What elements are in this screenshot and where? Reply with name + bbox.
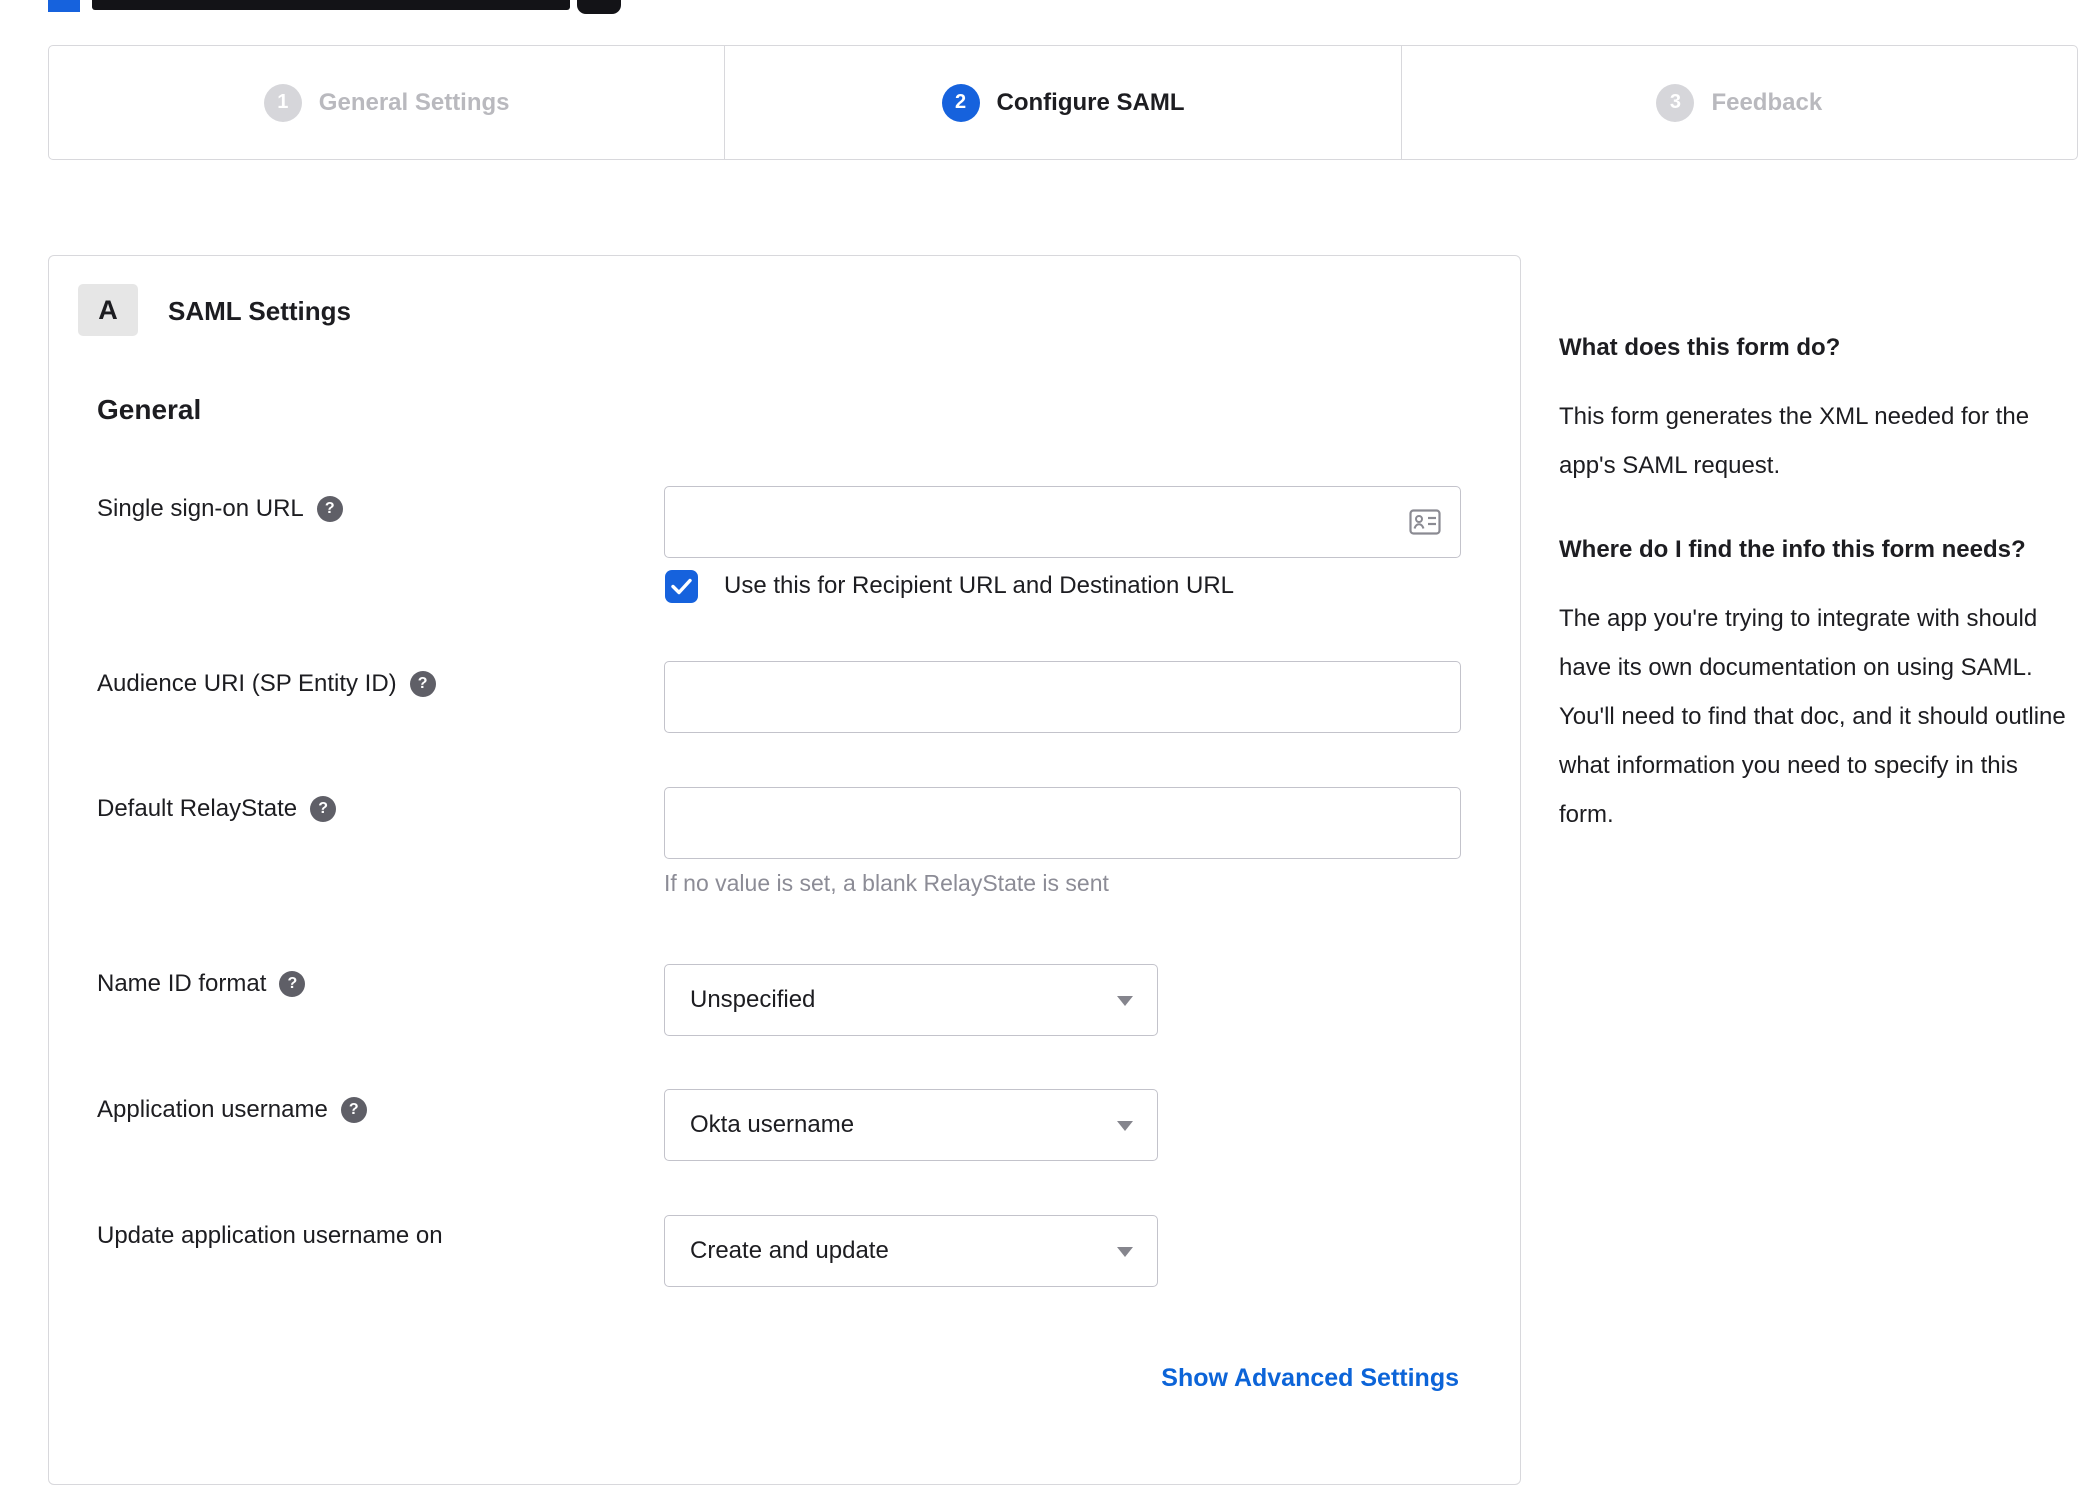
step-configure-saml[interactable]: 2 Configure SAML [724, 46, 1400, 159]
step-general-settings[interactable]: 1 General Settings [49, 46, 724, 159]
help-icon[interactable]: ? [310, 796, 337, 822]
app-username-value: Okta username [690, 1111, 855, 1138]
recipient-url-checkbox-label[interactable]: Use this for Recipient URL and Destinati… [724, 572, 1234, 600]
help-icon[interactable]: ? [279, 971, 306, 997]
cropped-app-icon [577, 0, 621, 14]
sso-url-field [664, 486, 1461, 558]
help-icon[interactable]: ? [316, 496, 343, 522]
step-label-general-settings: General Settings [318, 88, 510, 116]
caret-down-icon [1117, 1121, 1133, 1131]
relay-state-label: Default RelayState [97, 795, 298, 822]
recipient-url-checkbox[interactable] [665, 569, 698, 603]
wizard-stepper: 1 General Settings 2 Configure SAML 3 Fe… [48, 45, 2078, 160]
saml-settings-card: A SAML Settings General Single sign-on U… [48, 255, 1521, 1485]
recipient-url-checkbox-row: Use this for Recipient URL and Destinati… [665, 568, 1234, 604]
app-username-label-row: Application username ? [97, 1094, 367, 1126]
audience-uri-label: Audience URI (SP Entity ID) [97, 670, 397, 697]
step-number-3: 3 [1656, 83, 1695, 122]
help-heading-what: What does this form do? [1559, 334, 1841, 361]
step-label-configure-saml: Configure SAML [996, 88, 1185, 116]
name-id-format-value: Unspecified [690, 986, 816, 1013]
help-body-what: This form generates the XML needed for t… [1559, 403, 2030, 479]
audience-uri-field [664, 661, 1461, 733]
cropped-title-blue-fragment [48, 0, 80, 12]
sso-url-input[interactable] [664, 486, 1461, 558]
show-advanced-settings-link[interactable]: Show Advanced Settings [1161, 1364, 1459, 1393]
sso-url-label-row: Single sign-on URL ? [97, 493, 343, 525]
audience-uri-label-row: Audience URI (SP Entity ID) ? [97, 668, 436, 700]
help-panel: What does this form do? This form genera… [1559, 330, 2074, 881]
app-username-select[interactable]: Okta username [664, 1089, 1158, 1161]
name-id-format-label-row: Name ID format ? [97, 968, 306, 1000]
name-id-format-label: Name ID format [97, 970, 267, 997]
step-number-2: 2 [941, 83, 980, 122]
help-icon[interactable]: ? [409, 671, 436, 697]
cropped-page-title-fragment [92, 0, 570, 10]
update-username-value: Create and update [690, 1237, 889, 1264]
help-icon[interactable]: ? [340, 1097, 367, 1123]
relay-state-label-row: Default RelayState ? [97, 793, 337, 825]
caret-down-icon [1117, 1247, 1133, 1257]
app-username-label: Application username [97, 1096, 328, 1123]
update-username-select[interactable]: Create and update [664, 1215, 1158, 1287]
step-number-1: 1 [263, 83, 302, 122]
step-label-feedback: Feedback [1711, 88, 1823, 116]
audience-uri-input[interactable] [664, 661, 1461, 733]
step-feedback[interactable]: 3 Feedback [1400, 46, 2077, 159]
sso-url-label: Single sign-on URL [97, 495, 304, 522]
card-title: SAML Settings [168, 296, 351, 326]
general-section-heading: General [97, 394, 202, 425]
id-card-icon[interactable] [1409, 507, 1441, 537]
relay-state-field [664, 787, 1461, 859]
relay-state-input[interactable] [664, 787, 1461, 859]
update-username-label-row: Update application username on [97, 1220, 443, 1252]
relay-state-hint: If no value is set, a blank RelayState i… [664, 870, 1109, 896]
help-body-where: The app you're trying to integrate with … [1559, 605, 2066, 828]
caret-down-icon [1117, 996, 1133, 1006]
section-a-badge: A [78, 284, 138, 336]
checkmark-icon [671, 578, 692, 594]
name-id-format-select[interactable]: Unspecified [664, 964, 1158, 1036]
update-username-label: Update application username on [97, 1222, 443, 1249]
help-heading-where: Where do I find the info this form needs… [1559, 536, 2026, 563]
